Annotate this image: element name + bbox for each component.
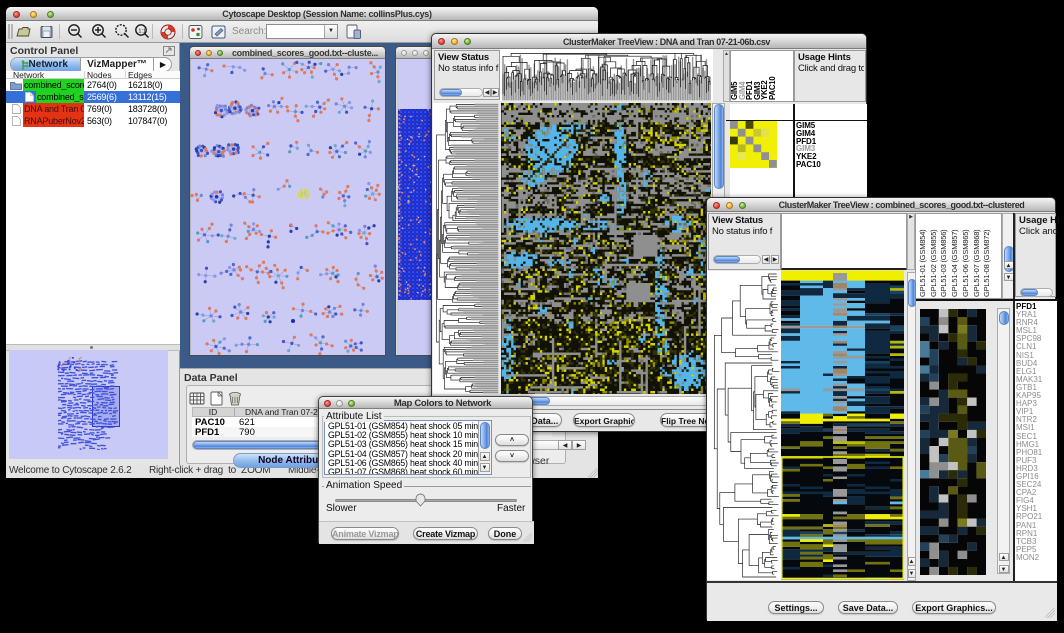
- svg-text:1:1: 1:1: [138, 29, 146, 35]
